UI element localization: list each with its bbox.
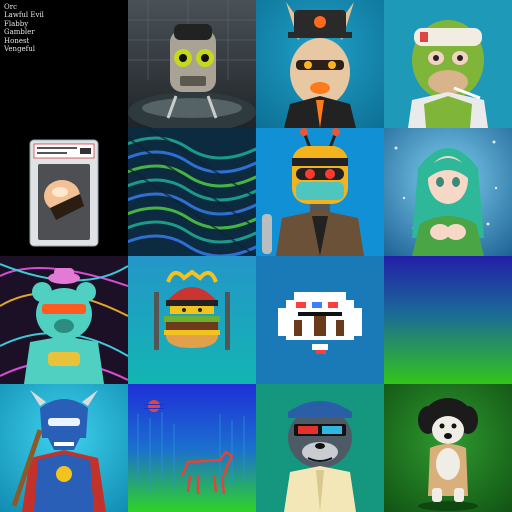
bear-tile[interactable] [0, 256, 128, 384]
armored-viking-hero-art [0, 384, 128, 512]
viking-hero-tile[interactable] [0, 384, 128, 512]
bandaged-ape-art [384, 0, 512, 128]
traits-tile[interactable]: Orc Lawful Evil Flabby Gambler Honest Ve… [0, 0, 128, 128]
trait-item: Honest [4, 36, 30, 45]
anime-girl-tile[interactable] [384, 128, 512, 256]
rabbit-tile[interactable] [256, 0, 384, 128]
trait-item: Orc [4, 3, 18, 11]
pixel-cloud-tile[interactable] [256, 256, 384, 384]
abstract-swirl-pattern-art [128, 128, 256, 256]
samurai-burger-art [128, 256, 256, 384]
ape-tile[interactable] [384, 0, 512, 128]
gradient-tile[interactable] [384, 256, 512, 384]
anime-girl-art [384, 128, 512, 256]
traits-list: Orc Lawful Evil Flabby Gambler Honest Ve… [0, 0, 128, 53]
glitch-horse-tile[interactable] [128, 384, 256, 512]
trait-item: Flabby [4, 19, 29, 28]
trait-item: Lawful Evil [4, 11, 44, 20]
dog-figurine-tile[interactable] [384, 384, 512, 512]
pixel-cloud-art [256, 256, 384, 384]
robot-head-tile[interactable] [128, 0, 256, 128]
bee-robot-tile[interactable] [256, 128, 384, 256]
trait-item: Gambler [4, 28, 35, 37]
otter-tile[interactable] [256, 384, 384, 512]
trait-item: Vengeful [4, 45, 36, 54]
robot-head-in-water-art [128, 0, 256, 128]
blue-green-gradient-art [384, 256, 512, 384]
graded-card-tile[interactable] [0, 128, 128, 256]
nft-gallery-grid: Orc Lawful Evil Flabby Gambler Honest Ve… [0, 0, 512, 512]
swirl-tile[interactable] [128, 128, 256, 256]
samurai-burger-tile[interactable] [128, 256, 256, 384]
rabbit-with-hat-art [256, 0, 384, 128]
bee-robot-with-mask-art [256, 128, 384, 256]
graded-card-slab-art [0, 128, 128, 256]
dog-figurine-art [384, 384, 512, 512]
bear-with-sunglasses-art [0, 256, 128, 384]
otter-with-3d-glasses-art [256, 384, 384, 512]
glitch-horse-art [128, 384, 256, 512]
